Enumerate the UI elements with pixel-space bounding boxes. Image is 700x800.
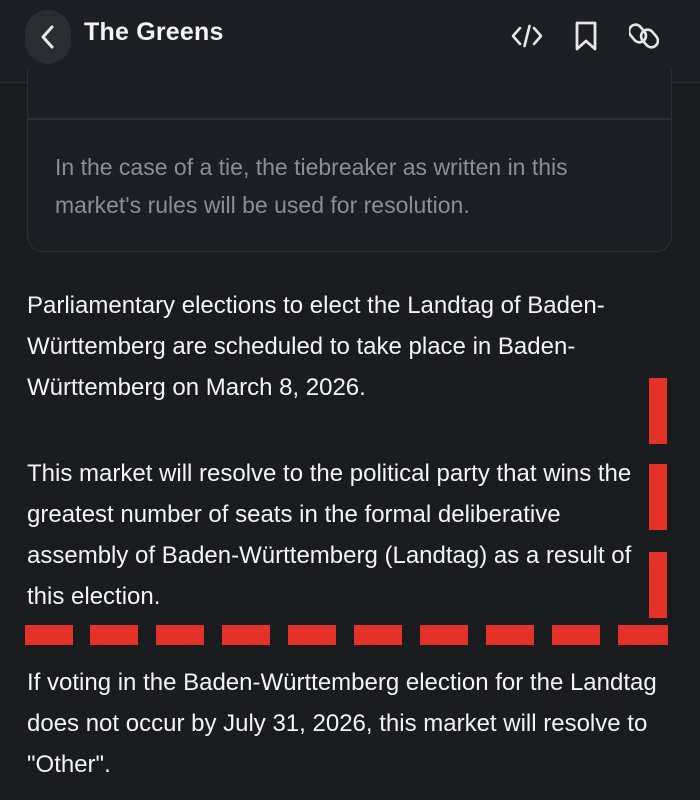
description-paragraph-1: Parliamentary elections to elect the Lan…: [27, 292, 605, 401]
annotation-dash-horizontal: [420, 625, 468, 645]
annotation-dash-vertical: [649, 378, 667, 444]
annotation-dash-horizontal: [618, 625, 668, 645]
rules-card: In the case of a tie, the tiebreaker as …: [27, 70, 672, 252]
annotation-dash-horizontal: [486, 625, 534, 645]
annotation-dash-horizontal: [552, 625, 600, 645]
page-title: The Greens: [84, 18, 224, 46]
annotation-dash-horizontal: [288, 625, 336, 645]
annotation-dash-horizontal: [354, 625, 402, 645]
embed-button[interactable]: [510, 18, 544, 54]
tiebreaker-rule-text: In the case of a tie, the tiebreaker as …: [55, 154, 568, 218]
annotation-dash-horizontal: [222, 625, 270, 645]
chevron-left-icon: [41, 25, 54, 49]
description-paragraph-3: If voting in the Baden-Württemberg elect…: [27, 669, 657, 778]
back-button[interactable]: [25, 10, 71, 64]
description-paragraph-2: This market will resolve to the politica…: [27, 460, 632, 610]
link-icon: [629, 23, 659, 49]
copy-link-button[interactable]: [627, 18, 661, 54]
annotation-dash-vertical: [649, 552, 667, 618]
annotation-dash-vertical: [649, 464, 667, 530]
annotation-dash-horizontal: [25, 625, 73, 645]
code-icon: [511, 24, 543, 48]
bookmark-icon: [575, 21, 597, 51]
card-divider: [28, 118, 671, 120]
bookmark-button[interactable]: [569, 18, 603, 54]
annotation-dash-horizontal: [90, 625, 138, 645]
annotation-dash-horizontal: [156, 625, 204, 645]
